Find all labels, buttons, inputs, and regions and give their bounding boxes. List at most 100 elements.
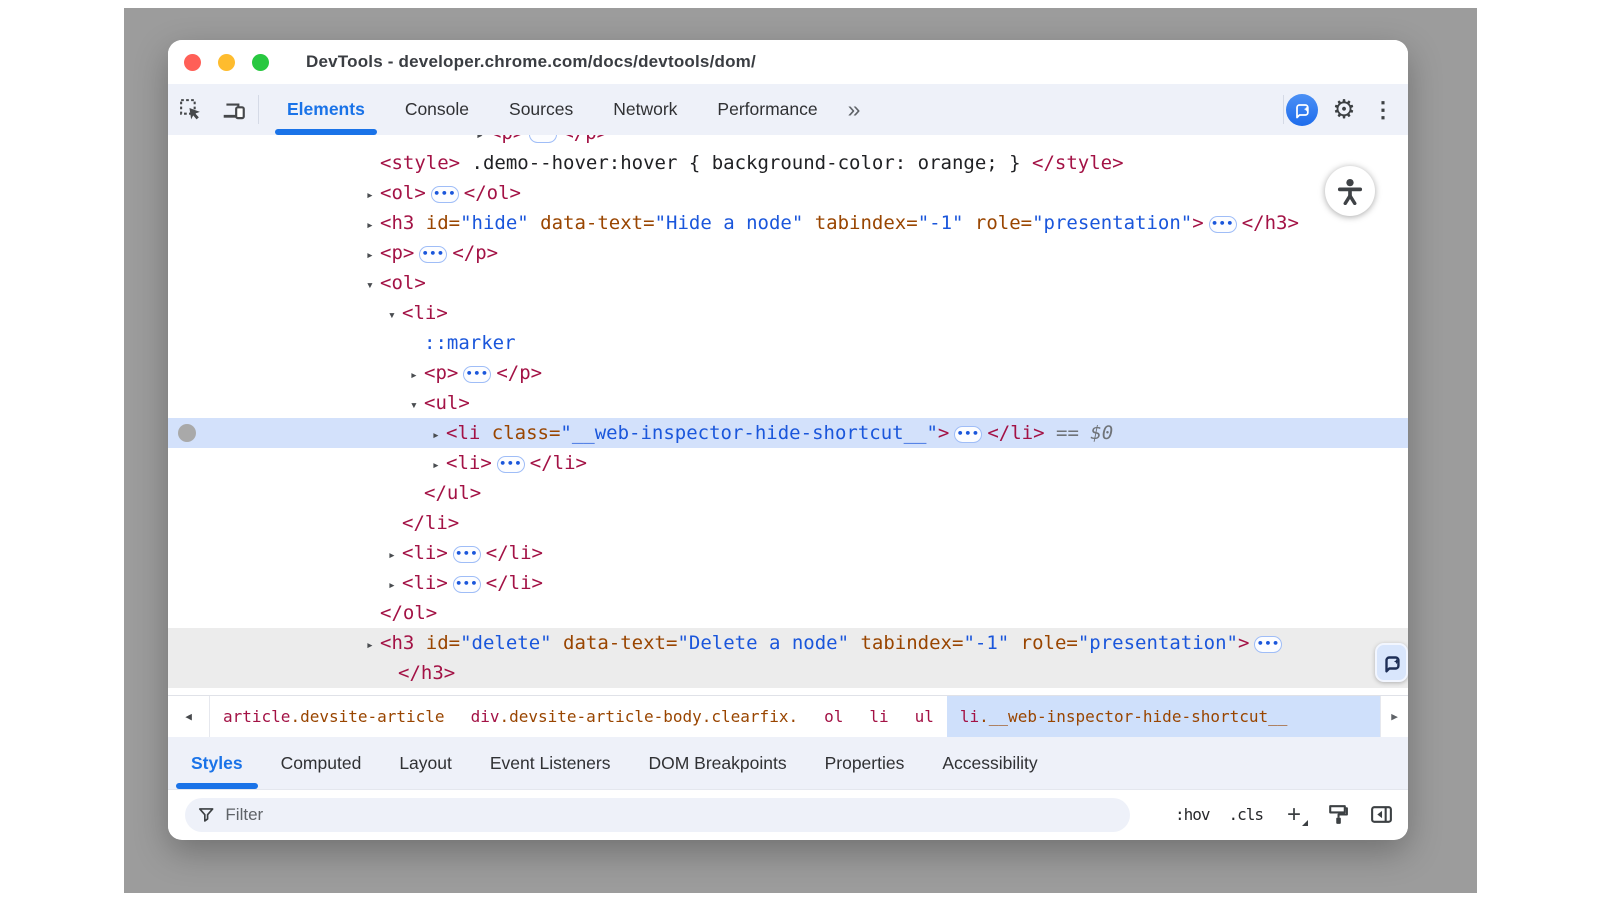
expand-ellipsis-button[interactable]: ••• xyxy=(954,426,982,443)
expand-arrow-icon[interactable]: ▸ xyxy=(388,541,402,571)
dom-tree-row[interactable]: ▸<h3 id="delete" data-text="Delete a nod… xyxy=(168,628,1408,658)
expand-arrow-icon[interactable]: ▸ xyxy=(366,181,380,211)
breadcrumb-tag: li xyxy=(960,707,979,726)
collapse-arrow-icon[interactable]: ▾ xyxy=(366,271,380,301)
new-style-rule-button[interactable]: + xyxy=(1282,805,1306,825)
tab-elements[interactable]: Elements xyxy=(267,84,385,135)
collapse-arrow-icon[interactable]: ▾ xyxy=(410,391,424,421)
breadcrumb-item[interactable]: ol xyxy=(811,696,856,737)
dom-tree-row[interactable]: ▾<ol> xyxy=(168,268,1408,298)
expand-arrow-icon[interactable]: ▸ xyxy=(366,241,380,271)
ai-assistant-icon[interactable] xyxy=(1286,94,1318,126)
expand-ellipsis-button[interactable]: ••• xyxy=(1254,636,1282,653)
styles-filter-field[interactable] xyxy=(185,798,1130,832)
tab-network[interactable]: Network xyxy=(593,84,697,135)
sidebar-tab-computed[interactable]: Computed xyxy=(262,737,381,789)
breadcrumb-item[interactable]: li.__web-inspector-hide-shortcut__ xyxy=(947,696,1380,737)
kebab-menu-icon[interactable]: ⋮ xyxy=(1370,97,1396,123)
expand-arrow-icon[interactable]: ▸ xyxy=(432,451,446,481)
dom-tree-row[interactable]: ▾<ul> xyxy=(168,388,1408,418)
expand-arrow-icon[interactable]: ▸ xyxy=(388,571,402,601)
dom-tree-row[interactable]: ▸<p>•••</p> xyxy=(168,238,1408,268)
expand-ellipsis-button[interactable]: ••• xyxy=(463,366,491,383)
code-token-attr: role= xyxy=(963,212,1032,234)
sidebar-tab-accessibility[interactable]: Accessibility xyxy=(923,737,1056,789)
dom-tree-row[interactable]: ▸<p>•••</p> xyxy=(168,135,1408,148)
code-token-val: "hide" xyxy=(460,212,529,234)
expand-arrow-icon[interactable]: ▸ xyxy=(476,135,490,148)
code-token-tag: > xyxy=(1192,212,1203,234)
dom-tree-row[interactable]: ▸<p>•••</p> xyxy=(168,358,1408,388)
element-classes-button[interactable]: .cls xyxy=(1228,805,1263,824)
dom-tree-row[interactable]: </ul> xyxy=(168,478,1408,508)
sidebar-tab-properties[interactable]: Properties xyxy=(806,737,924,789)
expand-ellipsis-button[interactable]: ••• xyxy=(1209,216,1237,233)
expand-arrow-icon[interactable]: ▸ xyxy=(366,211,380,241)
filter-input[interactable] xyxy=(225,805,1118,825)
code-token-val: "delete" xyxy=(460,632,552,654)
breadcrumb-scroll-right-icon[interactable]: ▶ xyxy=(1380,696,1408,737)
expand-ellipsis-button[interactable]: ••• xyxy=(453,546,481,563)
code-token-val: "__web-inspector-hide-shortcut__" xyxy=(560,422,938,444)
expand-arrow-icon[interactable]: ▸ xyxy=(432,421,446,451)
rendering-brush-icon[interactable] xyxy=(1325,802,1350,827)
dom-tree-row[interactable]: ▸<li>•••</li> xyxy=(168,538,1408,568)
code-token-attr: data-text= xyxy=(552,632,678,654)
maximize-window-button[interactable] xyxy=(252,54,269,71)
dom-tree-panel: ▸<p>•••</p><style> .demo--hover:hover { … xyxy=(168,135,1408,695)
dom-tree-row[interactable]: <style> .demo--hover:hover { background-… xyxy=(168,148,1408,178)
dom-tree-row[interactable]: ▸<h3 id="hide" data-text="Hide a node" t… xyxy=(168,208,1408,238)
more-tabs-icon[interactable]: » xyxy=(838,84,871,135)
accessibility-person-icon[interactable] xyxy=(1325,166,1375,216)
breadcrumb-item[interactable]: article.devsite-article xyxy=(210,696,458,737)
dom-tree-row[interactable]: ▸<li>•••</li> xyxy=(168,448,1408,478)
code-token-tag: <ol> xyxy=(380,272,426,294)
tab-console[interactable]: Console xyxy=(385,84,489,135)
dom-tree-row[interactable]: </ol> xyxy=(168,598,1408,628)
code-token-attr: id= xyxy=(414,632,460,654)
breadcrumb-tag: ol xyxy=(824,707,843,726)
settings-gear-icon[interactable]: ⚙ xyxy=(1326,94,1362,125)
toggle-sidebar-icon[interactable] xyxy=(1369,802,1394,827)
code-token-tag: </h3> xyxy=(398,662,455,684)
sidebar-tab-dom-breakpoints[interactable]: DOM Breakpoints xyxy=(629,737,805,789)
breadcrumb-classes: .__web-inspector-hide-shortcut__ xyxy=(979,707,1287,726)
breadcrumb-item[interactable]: li xyxy=(856,696,901,737)
sidebar-tab-styles[interactable]: Styles xyxy=(172,737,262,789)
dom-tree-row-selected[interactable]: ▸<li class="__web-inspector-hide-shortcu… xyxy=(168,418,1408,448)
panel-tabs: ElementsConsoleSourcesNetworkPerformance xyxy=(267,84,838,135)
expand-ellipsis-button[interactable]: ••• xyxy=(419,246,447,263)
dom-tree-row[interactable]: ::marker xyxy=(168,328,1408,358)
dom-tree-row[interactable]: </h3> xyxy=(168,658,1408,688)
breadcrumb-scroll-left-icon[interactable]: ◀ xyxy=(168,696,210,737)
code-token-tag: <li> xyxy=(402,302,448,324)
minimize-window-button[interactable] xyxy=(218,54,235,71)
expand-ellipsis-button[interactable]: ••• xyxy=(529,135,557,143)
expand-arrow-icon[interactable]: ▸ xyxy=(366,691,380,695)
inspect-element-icon[interactable] xyxy=(168,84,212,135)
collapse-arrow-icon[interactable]: ▾ xyxy=(388,301,402,331)
dom-tree-row[interactable]: ▸<ol>•••</ol> xyxy=(168,178,1408,208)
expand-ellipsis-button[interactable]: ••• xyxy=(431,186,459,203)
code-token-tag: </li> xyxy=(987,422,1044,444)
dom-tree-row[interactable]: ▸<p>•••</p> xyxy=(168,688,1408,695)
breadcrumb-classes: .devsite-article-body.clearfix. xyxy=(499,707,798,726)
toggle-element-state-button[interactable]: :hov xyxy=(1175,805,1210,824)
tab-performance[interactable]: Performance xyxy=(697,84,837,135)
dom-tree-row[interactable]: ▸<li>•••</li> xyxy=(168,568,1408,598)
expand-ellipsis-button[interactable]: ••• xyxy=(497,456,525,473)
ai-assistant-mini-icon[interactable] xyxy=(1375,643,1408,682)
sidebar-tab-layout[interactable]: Layout xyxy=(380,737,471,789)
dom-tree-row[interactable]: </li> xyxy=(168,508,1408,538)
expand-arrow-icon[interactable]: ▸ xyxy=(410,361,424,391)
close-window-button[interactable] xyxy=(184,54,201,71)
expand-arrow-icon[interactable]: ▸ xyxy=(366,631,380,661)
tab-sources[interactable]: Sources xyxy=(489,84,593,135)
expand-ellipsis-button[interactable]: ••• xyxy=(453,576,481,593)
breadcrumb-item[interactable]: ul xyxy=(902,696,947,737)
device-toolbar-icon[interactable] xyxy=(212,84,256,135)
page-background: DevTools - developer.chrome.com/docs/dev… xyxy=(124,8,1477,893)
sidebar-tab-event-listeners[interactable]: Event Listeners xyxy=(471,737,630,789)
dom-tree-row[interactable]: ▾<li> xyxy=(168,298,1408,328)
breadcrumb-item[interactable]: div.devsite-article-body.clearfix. xyxy=(458,696,812,737)
